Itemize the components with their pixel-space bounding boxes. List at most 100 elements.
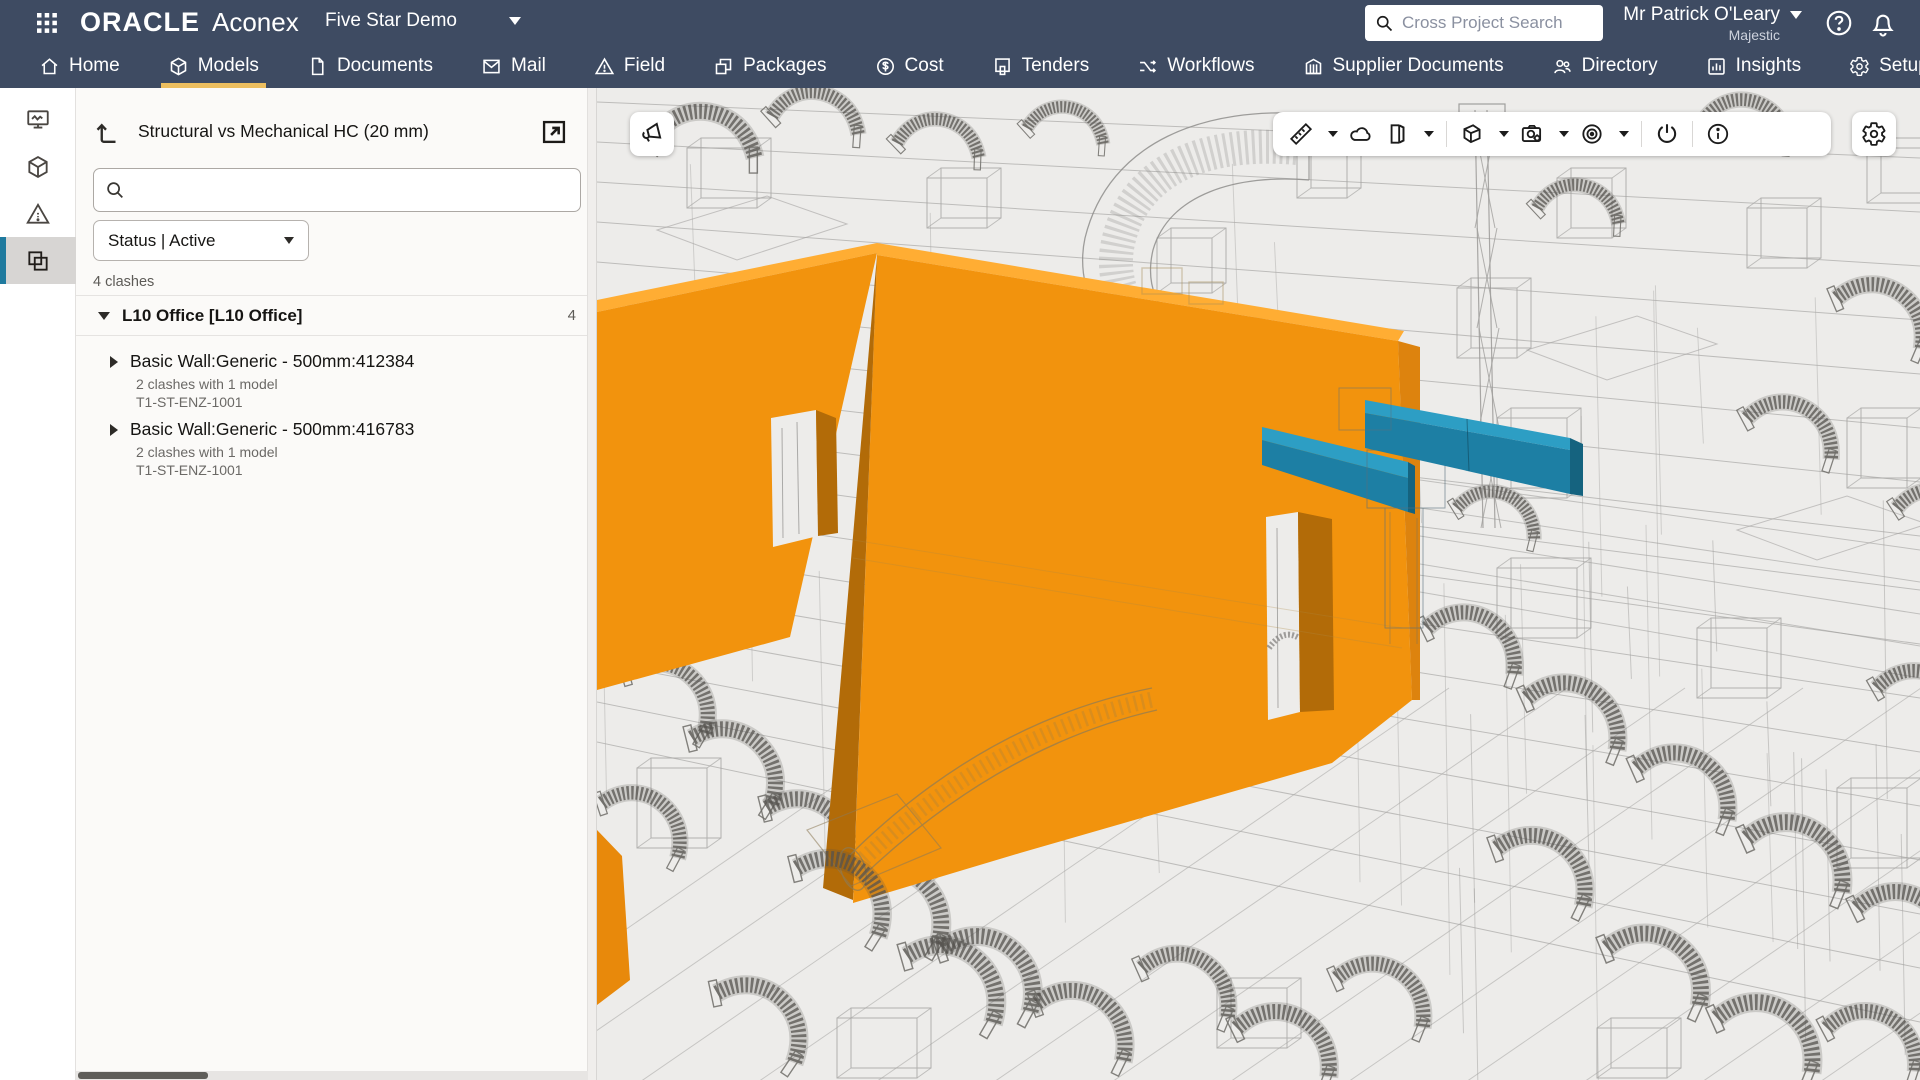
nav-item-insights[interactable]: Insights (1697, 44, 1810, 88)
open-in-new-window-button[interactable] (540, 118, 570, 148)
project-name: Five Star Demo (325, 10, 457, 32)
expand-caret-icon (110, 424, 118, 436)
section-box-icon (1384, 121, 1410, 147)
nav-item-cost[interactable]: Cost (866, 44, 953, 88)
measure-button[interactable] (1283, 112, 1319, 156)
info-button[interactable] (1700, 112, 1736, 156)
envelope-icon (481, 56, 502, 77)
announcements-button[interactable] (630, 112, 674, 156)
chevron-down-icon (509, 17, 521, 25)
aconex-app: ORACLE Aconex Five Star Demo Mr Patrick … (0, 0, 1920, 1080)
toolbar-divider (1446, 121, 1447, 147)
clash-3d-scene (597, 88, 1920, 1080)
chevron-down-icon (1499, 131, 1509, 137)
user-menu[interactable]: Mr Patrick O'Leary Majestic (1623, 4, 1802, 43)
viewer-settings-button[interactable] (1852, 112, 1896, 156)
status-filter-dropdown[interactable]: Status | Active (93, 220, 309, 261)
section-box-button[interactable] (1379, 112, 1415, 156)
activity-screen-icon (25, 107, 51, 133)
nav-item-setup[interactable]: Setup (1840, 44, 1920, 88)
scrollbar-thumb[interactable] (78, 1072, 208, 1079)
markup-cloud-icon (1348, 121, 1374, 147)
focus-target-icon (1579, 121, 1605, 147)
nav-item-field[interactable]: Field (585, 44, 674, 88)
chevron-down-icon (1790, 11, 1802, 19)
nav-item-documents[interactable]: Documents (298, 44, 442, 88)
search-icon (1374, 13, 1394, 33)
nav-item-tenders[interactable]: Tenders (983, 44, 1099, 88)
open-in-new-icon (540, 118, 568, 146)
chevron-down-icon (1619, 131, 1629, 137)
rail-item-clashes[interactable] (0, 237, 76, 284)
user-name: Mr Patrick O'Leary (1623, 4, 1780, 26)
help-button[interactable] (1824, 8, 1854, 38)
model-viewer-canvas[interactable] (597, 88, 1920, 1080)
dollar-circle-icon (875, 56, 896, 77)
nav-item-supplier-documents[interactable]: Supplier Documents (1294, 44, 1513, 88)
rail-item-models[interactable] (0, 143, 76, 190)
chevron-down-icon (1328, 131, 1338, 137)
perspective-box-dropdown[interactable] (1490, 112, 1514, 156)
markup-cloud-button[interactable] (1343, 112, 1379, 156)
search-icon (104, 179, 126, 201)
bell-icon (1868, 8, 1898, 38)
notifications-button[interactable] (1868, 8, 1898, 38)
camera-views-button[interactable] (1514, 112, 1550, 156)
back-to-parent-button[interactable] (93, 118, 123, 148)
focus-target-dropdown[interactable] (1610, 112, 1634, 156)
warning-triangle-icon (594, 56, 615, 77)
clash-item-subtitle: 2 clashes with 1 model (136, 444, 576, 460)
help-icon (1824, 8, 1854, 38)
nav-item-home[interactable]: Home (30, 44, 129, 88)
cube-icon (168, 56, 189, 77)
rail-item-issues[interactable] (0, 190, 76, 237)
clash-item[interactable]: Basic Wall:Generic - 500mm:416783 2 clas… (76, 411, 596, 478)
perspective-box-button[interactable] (1454, 112, 1490, 156)
measure-icon (1288, 121, 1314, 147)
focus-target-button[interactable] (1574, 112, 1610, 156)
cross-project-search-input[interactable] (1402, 13, 1582, 33)
people-icon (1552, 56, 1573, 77)
clash-item-model: T1-ST-ENZ-1001 (136, 394, 576, 410)
settings-gear-icon (1861, 121, 1887, 147)
clash-group-row[interactable]: L10 Office [L10 Office] 4 (76, 296, 596, 335)
boxes-icon (713, 56, 734, 77)
viewer-toolbar (1273, 112, 1831, 156)
up-arrow-icon (93, 118, 123, 148)
nav-item-models[interactable]: Models (159, 44, 268, 88)
status-filter-label: Status | Active (108, 231, 215, 251)
measure-dropdown[interactable] (1319, 112, 1343, 156)
panel-horizontal-scrollbar[interactable] (76, 1071, 588, 1080)
tender-board-icon (992, 56, 1013, 77)
nav-item-mail[interactable]: Mail (472, 44, 555, 88)
chevron-down-icon (1559, 131, 1569, 137)
active-tab-underline (161, 83, 266, 88)
logo-product: Aconex (212, 7, 299, 38)
power-reset-button[interactable] (1649, 112, 1685, 156)
chevron-down-icon (284, 237, 294, 244)
panel-vertical-scrollbar[interactable] (587, 88, 596, 1080)
camera-views-icon (1519, 121, 1545, 147)
building-icon (1303, 56, 1324, 77)
user-org: Majestic (1623, 27, 1780, 43)
expand-caret-icon (110, 356, 118, 368)
perspective-box-icon (1459, 121, 1485, 147)
project-selector[interactable]: Five Star Demo (325, 10, 521, 32)
section-box-dropdown[interactable] (1415, 112, 1439, 156)
clash-item[interactable]: Basic Wall:Generic - 500mm:412384 2 clas… (76, 343, 596, 410)
clash-test-title: Structural vs Mechanical HC (20 mm) (138, 121, 429, 142)
clash-item-subtitle: 2 clashes with 1 model (136, 376, 576, 392)
chevron-down-icon (1424, 131, 1434, 137)
nav-item-workflows[interactable]: Workflows (1128, 44, 1263, 88)
workflow-arrows-icon (1137, 56, 1158, 77)
top-bar: ORACLE Aconex Five Star Demo Mr Patrick … (0, 0, 1920, 88)
megaphone-icon (636, 118, 668, 150)
rail-item-activity[interactable] (0, 96, 76, 143)
toolbar-divider (1692, 121, 1693, 147)
clash-squares-icon (25, 248, 51, 274)
clash-search-input[interactable] (134, 181, 570, 199)
nav-item-packages[interactable]: Packages (704, 44, 835, 88)
camera-views-dropdown[interactable] (1550, 112, 1574, 156)
app-grid-icon[interactable] (36, 12, 58, 34)
nav-item-directory[interactable]: Directory (1543, 44, 1667, 88)
